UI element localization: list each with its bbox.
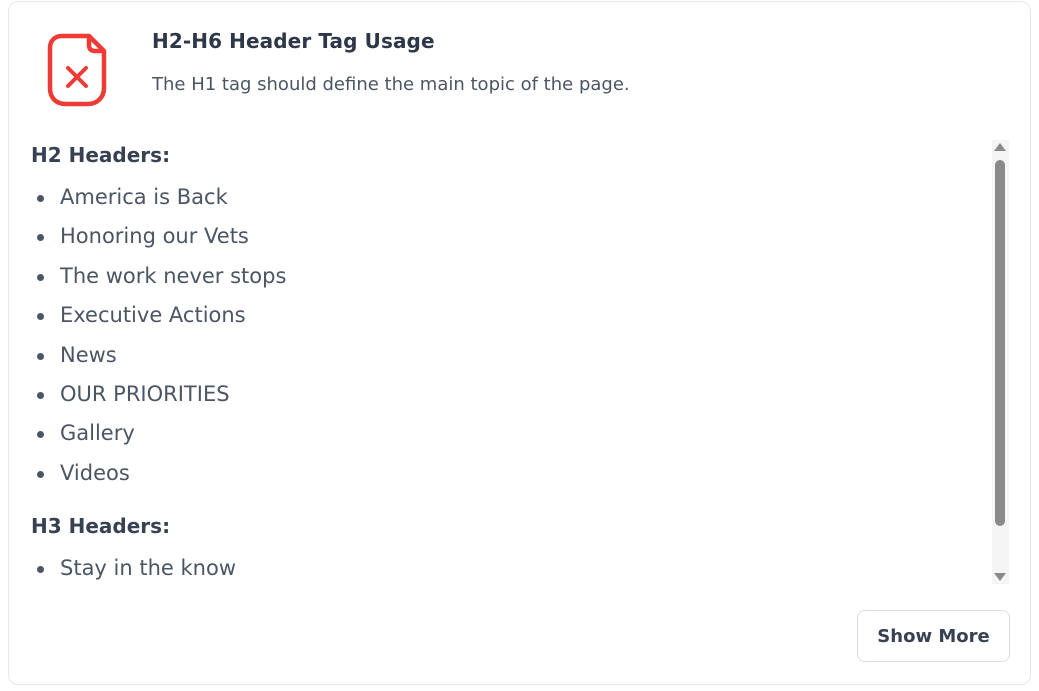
bullet-icon xyxy=(37,195,44,202)
h2-headers-heading: H2 Headers: xyxy=(31,143,171,167)
headers-scroll-area[interactable]: H2 Headers: America is Back Honoring our… xyxy=(31,137,991,585)
audit-title: H2-H6 Header Tag Usage xyxy=(152,29,435,53)
header-item-text: Honoring our Vets xyxy=(60,224,249,249)
bullet-icon xyxy=(37,391,44,399)
list-item: Gallery xyxy=(31,414,991,453)
header-item-text: Executive Actions xyxy=(60,303,246,328)
show-more-button[interactable]: Show More xyxy=(857,610,1010,662)
list-item: The work never stops xyxy=(31,257,991,296)
header-item-text: Gallery xyxy=(60,421,135,446)
list-item: OUR PRIORITIES xyxy=(31,375,991,414)
scrollbar-thumb[interactable] xyxy=(995,160,1005,526)
list-item: Executive Actions xyxy=(31,296,991,335)
bullet-icon xyxy=(37,352,44,360)
h2-headers-list: America is Back Honoring our Vets The wo… xyxy=(31,178,991,493)
header-item-text: The work never stops xyxy=(60,263,287,288)
list-item: Stay in the know xyxy=(31,549,991,585)
list-item: News xyxy=(31,336,991,375)
list-item: America is Back xyxy=(31,178,991,217)
bullet-icon xyxy=(37,234,44,242)
h3-headers-heading: H3 Headers: xyxy=(31,514,171,539)
bullet-icon xyxy=(37,470,44,478)
h3-headers-list: Stay in the know xyxy=(31,549,991,585)
list-item: Honoring our Vets xyxy=(31,217,991,256)
header-item-text: OUR PRIORITIES xyxy=(60,381,230,406)
document-x-icon xyxy=(47,33,107,107)
header-item-text: News xyxy=(60,342,117,367)
header-item-text: Videos xyxy=(60,460,130,485)
scroll-down-arrow-icon[interactable] xyxy=(994,573,1006,581)
vertical-scrollbar[interactable] xyxy=(992,140,1009,584)
bullet-icon xyxy=(37,273,44,281)
bullet-icon xyxy=(37,431,44,439)
audit-description: The H1 tag should define the main topic … xyxy=(152,74,630,95)
scroll-up-arrow-icon[interactable] xyxy=(994,143,1006,151)
bullet-icon xyxy=(37,313,44,321)
header-item-text: America is Back xyxy=(60,185,228,209)
header-item-text: Stay in the know xyxy=(60,556,236,581)
list-item: Videos xyxy=(31,454,991,493)
bullet-icon xyxy=(37,566,44,574)
